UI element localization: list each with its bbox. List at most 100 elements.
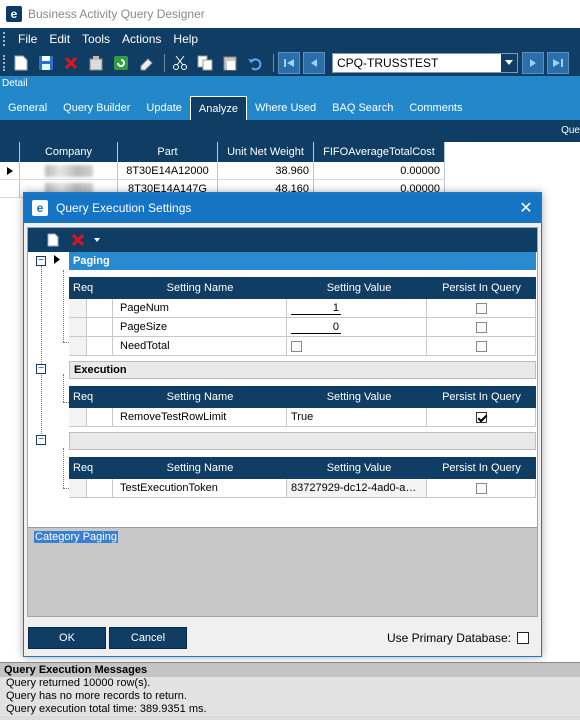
other-settings-grid[interactable]: Req Setting Name Setting Value Persist I… bbox=[69, 457, 536, 498]
persist-checkbox-cell[interactable] bbox=[427, 318, 536, 336]
toolbar-grip bbox=[3, 55, 6, 71]
new-icon[interactable] bbox=[10, 52, 32, 74]
detail-label: Detail bbox=[0, 76, 580, 92]
results-grid-header: Company Part Unit Net Weight FIFOAverage… bbox=[0, 142, 445, 162]
req-cell bbox=[69, 408, 113, 426]
setting-value-cell[interactable]: 0 bbox=[287, 318, 427, 336]
collapse-execution-icon[interactable]: − bbox=[36, 364, 46, 374]
collapse-category-icon[interactable]: − bbox=[36, 435, 46, 445]
copy-icon[interactable] bbox=[194, 52, 216, 74]
description-panel: Category Paging bbox=[28, 527, 537, 616]
column-header-persist-in-query: Persist In Query bbox=[442, 282, 521, 294]
delete-setting-icon[interactable] bbox=[67, 229, 89, 251]
next-record-icon[interactable] bbox=[522, 52, 544, 74]
category-header-unnamed[interactable] bbox=[69, 432, 536, 450]
req-cell bbox=[69, 299, 113, 317]
app-title: Business Activity Query Designer bbox=[28, 7, 205, 21]
close-icon[interactable]: ✕ bbox=[511, 198, 541, 218]
setting-value-text: 0 bbox=[291, 321, 341, 334]
menu-actions[interactable]: Actions bbox=[116, 32, 167, 46]
persist-checkbox[interactable] bbox=[475, 302, 487, 314]
tab-comments[interactable]: Comments bbox=[401, 96, 470, 120]
undo-icon[interactable] bbox=[244, 52, 266, 74]
toolbar-separator bbox=[164, 54, 165, 72]
category-header-execution[interactable]: Execution bbox=[69, 361, 536, 379]
setting-name-cell: NeedTotal bbox=[113, 337, 287, 355]
app-titlebar: e Business Activity Query Designer bbox=[0, 0, 580, 28]
setting-value-cell[interactable]: 1 bbox=[287, 299, 427, 317]
setting-row[interactable]: RemoveTestRowLimit True bbox=[69, 408, 536, 427]
results-grid[interactable]: Company Part Unit Net Weight FIFOAverage… bbox=[0, 142, 445, 198]
query-id-value: CPQ-TRUSSTEST bbox=[337, 56, 439, 70]
attachment-icon[interactable] bbox=[85, 52, 107, 74]
persist-checkbox-cell[interactable] bbox=[427, 337, 536, 355]
collapse-paging-icon[interactable]: − bbox=[36, 256, 46, 266]
tab-update[interactable]: Update bbox=[138, 96, 189, 120]
persist-checkbox-checked[interactable] bbox=[475, 411, 487, 423]
ok-button[interactable]: OK bbox=[28, 627, 106, 649]
tab-baq-search[interactable]: BAQ Search bbox=[324, 96, 401, 120]
query-id-combo[interactable]: CPQ-TRUSSTEST bbox=[332, 53, 518, 73]
setting-row[interactable]: NeedTotal bbox=[69, 337, 536, 356]
menu-help[interactable]: Help bbox=[167, 32, 204, 46]
cut-icon[interactable] bbox=[169, 52, 191, 74]
persist-checkbox-cell[interactable] bbox=[427, 479, 536, 497]
menu-file[interactable]: File bbox=[12, 32, 43, 46]
column-header-setting-name: Setting Name bbox=[166, 391, 234, 403]
row-selector bbox=[0, 180, 20, 197]
table-row[interactable]: 8T30E14A12000 38.960 0.00000 bbox=[0, 162, 445, 180]
execution-settings-grid[interactable]: Req Setting Name Setting Value Persist I… bbox=[69, 386, 536, 427]
cancel-button[interactable]: Cancel bbox=[109, 627, 187, 649]
last-record-icon[interactable] bbox=[547, 52, 569, 74]
persist-checkbox-cell[interactable] bbox=[427, 299, 536, 317]
persist-checkbox[interactable] bbox=[475, 321, 487, 333]
setting-row[interactable]: TestExecutionToken 83727929-dc12-4ad0-a… bbox=[69, 479, 536, 498]
refresh-icon[interactable] bbox=[110, 52, 132, 74]
use-primary-database-option[interactable]: Use Primary Database: bbox=[387, 631, 529, 645]
column-header-setting-value: Setting Value bbox=[326, 462, 392, 474]
tab-query-builder[interactable]: Query Builder bbox=[55, 96, 138, 120]
setting-row[interactable]: PageNum 1 bbox=[69, 299, 536, 318]
need-total-checkbox[interactable] bbox=[291, 340, 302, 352]
dropdown-arrow-icon[interactable] bbox=[92, 229, 102, 251]
settings-tree: − Paging Req Setting Name Setting Value … bbox=[28, 252, 537, 527]
toolbar-separator bbox=[273, 54, 274, 72]
setting-value-cell[interactable]: 83727929-dc12-4ad0-a… bbox=[287, 479, 427, 497]
persist-checkbox[interactable] bbox=[475, 482, 487, 494]
paste-icon[interactable] bbox=[219, 52, 241, 74]
column-header-setting-value: Setting Value bbox=[326, 282, 392, 294]
persist-checkbox[interactable] bbox=[475, 340, 487, 352]
tab-analyze[interactable]: Analyze bbox=[189, 96, 248, 120]
chevron-down-icon[interactable] bbox=[501, 54, 517, 72]
new-setting-icon[interactable] bbox=[42, 229, 64, 251]
column-header-persist-in-query: Persist In Query bbox=[442, 391, 521, 403]
save-icon[interactable] bbox=[35, 52, 57, 74]
dialog-title: Query Execution Settings bbox=[56, 201, 192, 215]
previous-record-icon[interactable] bbox=[303, 52, 325, 74]
paging-settings-grid[interactable]: Req Setting Name Setting Value Persist I… bbox=[69, 277, 536, 356]
setting-value-text: 1 bbox=[291, 302, 341, 315]
menu-edit[interactable]: Edit bbox=[43, 32, 76, 46]
message-line: Query returned 10000 row(s). bbox=[0, 677, 580, 690]
message-line: Query execution total time: 389.9351 ms. bbox=[0, 703, 580, 716]
use-primary-database-checkbox[interactable] bbox=[517, 632, 529, 644]
column-header-unit-net-weight[interactable]: Unit Net Weight bbox=[218, 142, 314, 162]
setting-value-cell[interactable]: True bbox=[287, 408, 427, 426]
setting-value-cell[interactable] bbox=[287, 337, 427, 355]
delete-icon[interactable] bbox=[60, 52, 82, 74]
column-header-part[interactable]: Part bbox=[118, 142, 218, 162]
menu-tools[interactable]: Tools bbox=[76, 32, 116, 46]
dialog-toolbar bbox=[28, 228, 537, 252]
messages-title: Query Execution Messages bbox=[0, 662, 580, 677]
first-record-icon[interactable] bbox=[278, 52, 300, 74]
column-header-company[interactable]: Company bbox=[20, 142, 118, 162]
persist-checkbox-cell[interactable] bbox=[427, 408, 536, 426]
clear-icon[interactable] bbox=[135, 52, 157, 74]
tab-general[interactable]: General bbox=[0, 96, 55, 120]
tab-where-used[interactable]: Where Used bbox=[247, 96, 324, 120]
dialog-body: − Paging Req Setting Name Setting Value … bbox=[27, 227, 538, 617]
setting-row[interactable]: PageSize 0 bbox=[69, 318, 536, 337]
category-header-paging[interactable]: Paging bbox=[69, 252, 536, 270]
tree-connector bbox=[63, 448, 64, 488]
column-header-fifo-average-total-cost[interactable]: FIFOAverageTotalCost bbox=[314, 142, 445, 162]
